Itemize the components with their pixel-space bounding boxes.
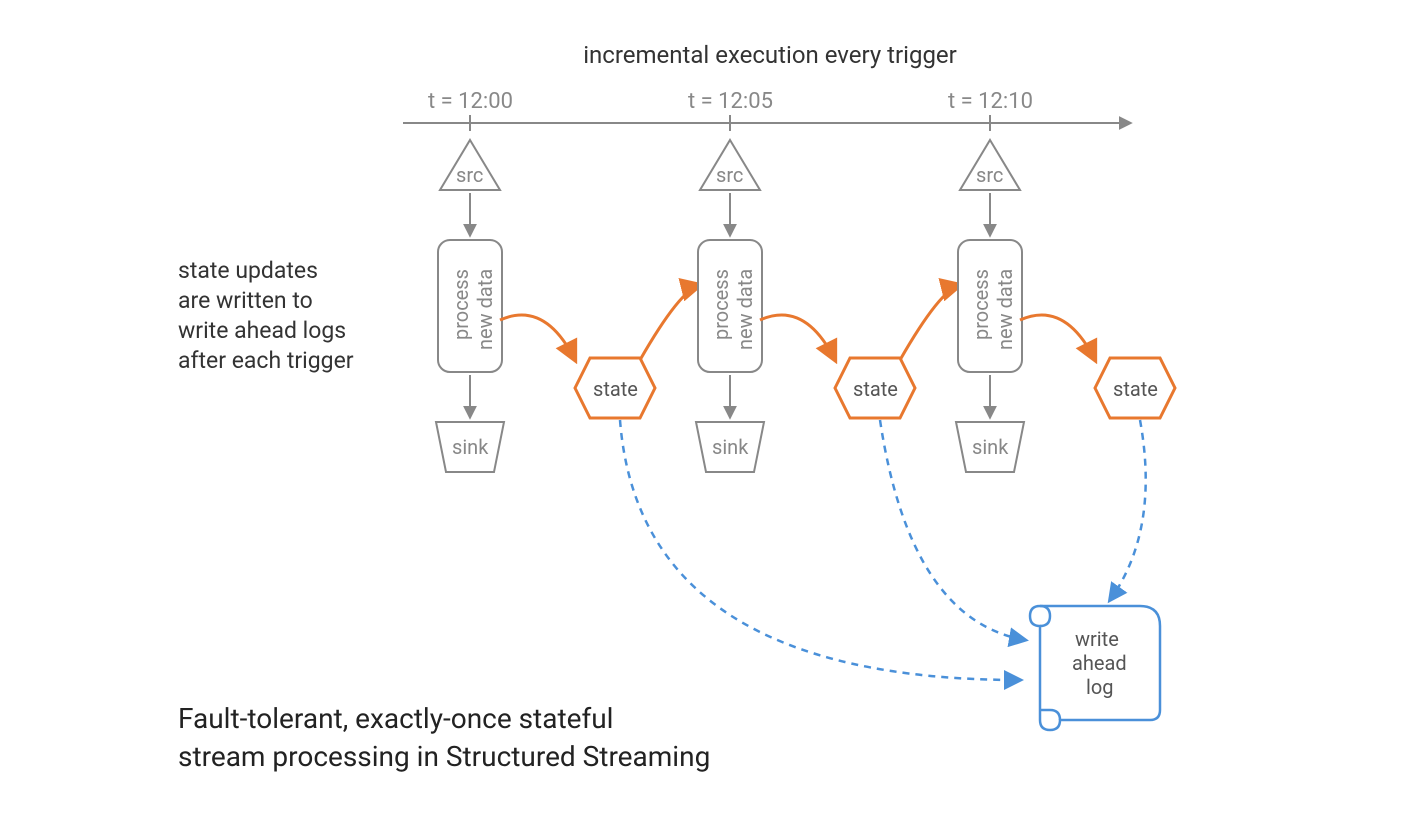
sink-label-2: sink: [972, 434, 1008, 460]
tick-label-0: t = 12:00: [428, 88, 513, 117]
tick-label-2: t = 12:10: [948, 88, 1033, 117]
process-label-0a: process: [448, 269, 474, 340]
arrow-state-wal-0: [620, 420, 1020, 680]
process-label-1a: process: [708, 269, 734, 340]
bottomcaption-2: stream processing in Structured Streamin…: [178, 738, 710, 776]
wal-line1: write: [1075, 626, 1119, 652]
sidecaption-2: are written to: [178, 286, 313, 316]
bottomcaption-1: Fault-tolerant, exactly-once stateful: [178, 700, 613, 738]
wal-line3: log: [1086, 674, 1114, 700]
sidecaption-3: write ahead logs: [178, 316, 346, 346]
sink-label-1: sink: [712, 434, 748, 460]
process-label-1b: new data: [732, 269, 758, 350]
src-label-1: src: [716, 162, 743, 188]
state-label-0: state: [593, 376, 638, 402]
process-label-0b: new data: [472, 269, 498, 350]
sink-label-0: sink: [452, 434, 488, 460]
arrow-process-state: [760, 315, 835, 360]
arrow-state-next: [900, 285, 960, 360]
sidecaption-4: after each trigger: [178, 346, 354, 376]
process-label-2a: process: [968, 269, 994, 340]
arrow-state-wal-2: [1110, 420, 1146, 600]
arrow-state-next: [640, 285, 700, 360]
state-label-1: state: [853, 376, 898, 402]
sidecaption-1: state updates: [178, 256, 318, 286]
diagram-title: incremental execution every trigger: [560, 40, 980, 71]
wal-line2: ahead: [1072, 650, 1127, 676]
src-label-2: src: [976, 162, 1003, 188]
process-label-2b: new data: [992, 269, 1018, 350]
state-label-2: state: [1113, 376, 1158, 402]
tick-label-1: t = 12:05: [688, 88, 773, 117]
arrow-process-state: [500, 315, 575, 360]
arrow-process-state: [1020, 315, 1095, 360]
src-label-0: src: [456, 162, 483, 188]
